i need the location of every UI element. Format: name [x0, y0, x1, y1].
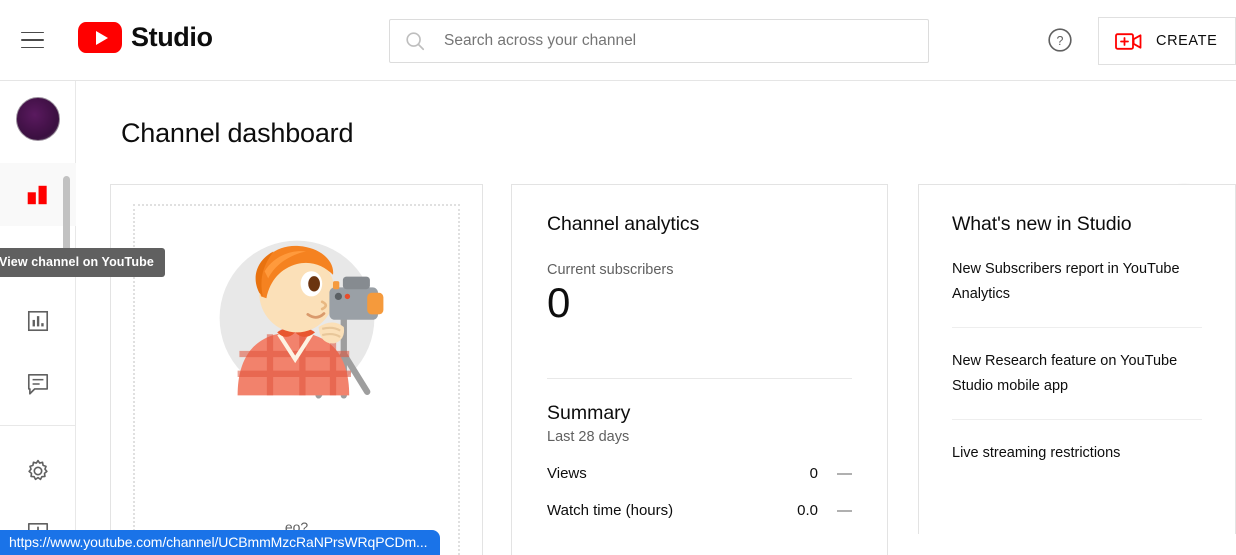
upload-video-card[interactable]: eo? — [110, 184, 483, 555]
create-button[interactable]: CREATE — [1098, 17, 1236, 65]
studio-brand-logo[interactable]: Studio — [78, 22, 213, 53]
channel-avatar[interactable] — [15, 97, 60, 141]
summary-row-value: 0.0 — [797, 502, 818, 520]
summary-period: Last 28 days — [547, 429, 630, 446]
table-row: Views 0 — — [547, 465, 852, 482]
hamburger-line — [20, 39, 44, 41]
summary-row-delta: — — [837, 502, 852, 520]
status-bar-url: https://www.youtube.com/channel/UCBmmMzc… — [0, 530, 441, 555]
summary-row-label: Watch time (hours) — [547, 502, 674, 520]
svg-text:?: ? — [1057, 34, 1064, 48]
person-filming-with-camcorder-illustration — [219, 240, 383, 399]
current-subscribers-value: 0 — [547, 279, 571, 326]
list-item[interactable]: Live streaming restrictions — [952, 420, 1202, 486]
dashboard-cards: eo? Channel analytics Current subscriber… — [77, 184, 1236, 555]
summary-row-value: 0 — [809, 465, 818, 483]
whats-new-card: What's new in Studio New Subscribers rep… — [918, 184, 1236, 534]
current-subscribers-label: Current subscribers — [547, 262, 674, 278]
analytics-card-title: Channel analytics — [547, 213, 700, 235]
left-sidebar: View channel on YouTube — [0, 81, 165, 555]
create-button-label: CREATE — [1156, 33, 1218, 49]
hamburger-line — [20, 46, 44, 49]
list-item[interactable]: New Research feature on YouTube Studio m… — [952, 328, 1202, 420]
summary-title: Summary — [547, 402, 631, 425]
gear-icon — [27, 459, 48, 481]
avatar-tooltip: View channel on YouTube — [0, 248, 165, 277]
help-circle-icon: ? — [1048, 28, 1072, 52]
channel-analytics-card: Channel analytics Current subscribers 0 … — [511, 184, 888, 555]
top-header-bar: Studio ? CREATE — [0, 0, 1236, 81]
summary-row-delta: — — [837, 465, 852, 483]
avatar-image — [15, 97, 60, 141]
hamburger-line — [20, 31, 44, 34]
search-input[interactable] — [444, 32, 904, 50]
search-bar[interactable] — [389, 19, 929, 63]
hamburger-menu-icon[interactable] — [16, 24, 48, 56]
youtube-studio-window: Studio ? CREATE — [0, 0, 1236, 555]
list-item[interactable]: New Subscribers report in YouTube Analyt… — [952, 236, 1202, 328]
main-content-area: Channel dashboard eo? Channel analytics … — [77, 81, 1236, 555]
analytics-divider — [547, 378, 852, 380]
comments-bubble-icon — [27, 373, 48, 395]
youtube-logo-icon — [78, 22, 122, 53]
search-icon — [406, 32, 425, 51]
dashboard-icon — [27, 185, 47, 204]
create-video-icon — [1115, 32, 1142, 50]
upload-dropzone[interactable]: eo? — [133, 204, 460, 555]
analytics-bar-chart-icon — [27, 310, 48, 331]
play-triangle — [95, 30, 108, 45]
brand-label: Studio — [131, 22, 213, 52]
whats-new-title: What's new in Studio — [952, 213, 1132, 235]
help-button[interactable]: ? — [1042, 22, 1078, 58]
table-row: Watch time (hours) 0.0 — — [547, 502, 852, 519]
summary-row-label: Views — [547, 465, 587, 483]
page-title: Channel dashboard — [121, 118, 354, 148]
